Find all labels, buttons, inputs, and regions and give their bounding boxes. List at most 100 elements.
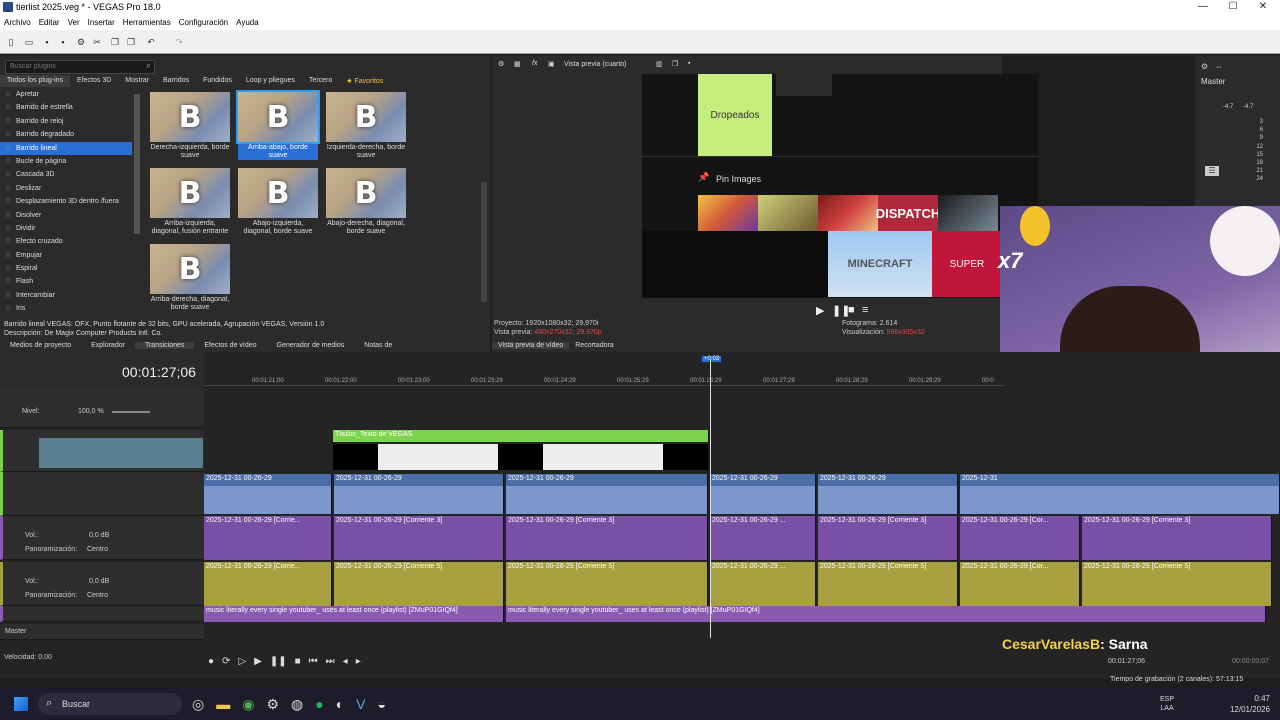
transition-thumbnail[interactable]: B Arriba-izquierda, diagonal, fusión entr…	[150, 168, 230, 236]
tab-transiciones[interactable]: Transiciones	[134, 341, 195, 349]
audio-clip[interactable]: 2025-12-31 00-26-29 [Cor...	[960, 562, 1080, 606]
music-clip-2[interactable]: music literally every single youtuber_ u…	[506, 606, 1266, 622]
gear-icon[interactable]: ⚙	[498, 60, 504, 68]
transition-thumbnail[interactable]: B Abajo-izquierda, diagonal, borde suave	[238, 168, 318, 236]
obs-icon[interactable]: ◍	[291, 696, 303, 713]
title-clip-header[interactable]: Títulos_Texto de VEGAS	[333, 430, 709, 442]
transition-thumbnail[interactable]: B Izquierda-derecha, borde suave	[326, 92, 406, 160]
tab-explorador[interactable]: Explorador	[81, 342, 135, 349]
vegas-taskbar-icon[interactable]: V	[356, 696, 365, 713]
audio-clip[interactable]: 2025-12-31 00-26-29 [Corriente 5]	[506, 562, 708, 606]
open-folder-icon[interactable]: ▭	[24, 37, 34, 47]
audio-clip[interactable]: 2025-12-31 00-26-29 [Corrie...	[204, 516, 332, 560]
tab-vista-previa-video[interactable]: Vista previa de vídeo	[492, 341, 570, 349]
plugin-item[interactable]: Dividir	[0, 222, 132, 236]
thumbnails-scrollbar[interactable]	[480, 92, 488, 318]
video-clip[interactable]: 2025-12-31 00-26-29	[818, 474, 958, 514]
tab-efectos-video[interactable]: Efectos de vídeo	[194, 342, 266, 349]
properties-icon[interactable]: ⚙	[76, 37, 86, 47]
tab-medios-proyecto[interactable]: Medios de proyecto	[0, 342, 81, 349]
language-indicator[interactable]: ESP LAA	[1160, 695, 1174, 713]
playhead-cursor[interactable]	[710, 360, 711, 638]
tab-fundidos[interactable]: Fundidos	[196, 75, 239, 87]
plugin-item[interactable]: Deslizar	[0, 182, 132, 196]
tab-generador-medios[interactable]: Generador de medios	[267, 342, 355, 349]
split-screen-icon[interactable]: ▦	[514, 60, 521, 68]
app-icon[interactable]: ◎	[192, 696, 204, 713]
menu-configuracion[interactable]: Configuración	[179, 18, 228, 27]
redo-icon[interactable]: ↷	[174, 37, 184, 47]
maximize-button[interactable]: ☐	[1218, 1, 1248, 12]
plugin-item[interactable]: Apretar	[0, 88, 132, 102]
tab-efectos-3d[interactable]: Efectos 3D	[70, 75, 118, 87]
audio-clip[interactable]: 2025-12-31 00-26-29 [Corriente 5]	[1082, 562, 1272, 606]
audio-clip[interactable]: 2025-12-31 00-26-29 [Corriente 5]	[334, 562, 504, 606]
audio-clip[interactable]: 2025-12-31 00-26-29 ...	[710, 516, 816, 560]
nivel-slider[interactable]	[112, 411, 150, 413]
menu-herramientas[interactable]: Herramientas	[123, 18, 171, 27]
audio-clip[interactable]: 2025-12-31 00-26-29 ...	[710, 562, 816, 606]
copy-snapshot-icon[interactable]: ❐	[672, 60, 678, 68]
transition-thumbnail[interactable]: B Derecha-izquierda, borde suave	[150, 92, 230, 160]
video-clip[interactable]: 2025-12-31 00-26-29	[204, 474, 332, 514]
chrome-icon[interactable]: ◉	[242, 696, 254, 713]
audio-clip[interactable]: 2025-12-31 00-26-29 [Corriente 3]	[506, 516, 708, 560]
plugin-item[interactable]: Empujar	[0, 249, 132, 263]
play-icon[interactable]: ▶	[816, 304, 824, 317]
video-clip[interactable]: 2025-12-31 00-26-29	[506, 474, 708, 514]
gear-icon[interactable]: ⚙	[1201, 62, 1208, 71]
search-icon[interactable]: ⌕	[146, 60, 151, 71]
plugin-item[interactable]: Efecto cruzado	[0, 235, 132, 249]
cut-icon[interactable]: ✂	[92, 37, 102, 47]
windows-start-icon[interactable]	[14, 697, 28, 711]
music-clip-1[interactable]: music literally every single youtuber_ u…	[204, 606, 504, 622]
steam-icon[interactable]: ◒	[378, 696, 386, 713]
preview-device-icon[interactable]: ▣	[548, 60, 555, 68]
plugin-item[interactable]: Espiral	[0, 262, 132, 276]
taskbar-search[interactable]: ⌕ Buscar	[38, 693, 182, 715]
save-as-icon[interactable]: ▪	[58, 37, 68, 47]
pause-icon[interactable]: ❚❚	[270, 656, 287, 667]
plugin-item[interactable]: Barrido degradado	[0, 128, 132, 142]
plugin-item[interactable]: Intercambiar	[0, 289, 132, 303]
record-icon[interactable]: ●	[208, 656, 214, 667]
audio-clip[interactable]: 2025-12-31 00-26-29 [Corriente 5]	[818, 562, 958, 606]
stop-icon[interactable]: ■	[848, 304, 855, 316]
video-clip[interactable]: 2025-12-31	[960, 474, 1280, 514]
close-button[interactable]: ✕	[1248, 1, 1278, 12]
play-from-start-icon[interactable]: ▷	[238, 656, 246, 667]
time-ruler[interactable]: 00:01:21;00 00:01:22;00 00:01:23;00 00:01:2…	[204, 370, 1004, 386]
undo-icon[interactable]: ↶	[146, 37, 156, 47]
save-icon[interactable]: ▪	[42, 37, 52, 47]
plugin-item[interactable]: Iris	[0, 302, 132, 316]
plugin-search-input[interactable]: Buscar plugins	[5, 60, 155, 74]
fx-icon[interactable]: fx	[532, 60, 537, 67]
plugin-item[interactable]: Cascada 3D	[0, 168, 132, 182]
tab-todos[interactable]: Todos los plug-ins	[0, 75, 71, 87]
minimize-button[interactable]: —	[1188, 1, 1218, 12]
transition-thumbnail[interactable]: B Arriba-abajo, borde suave	[236, 90, 320, 160]
video-clip[interactable]: 2025-12-31 00-26-29	[334, 474, 504, 514]
go-end-icon[interactable]: ⏭	[326, 656, 335, 667]
plugin-item[interactable]: Barrido de reloj	[0, 115, 132, 129]
go-start-icon[interactable]: ⏮	[309, 656, 318, 667]
plugin-item[interactable]: Barrido lineal	[0, 141, 132, 155]
menu-editar[interactable]: Editar	[39, 18, 60, 27]
plugin-item[interactable]: Desplazamiento 3D dentro /fuera	[0, 195, 132, 209]
plugin-item[interactable]: Barrido de estrella	[0, 101, 132, 115]
audio-clip[interactable]: 2025-12-31 00-26-29 [Corriente 3]	[1082, 516, 1272, 560]
plugin-item[interactable]: Disolver	[0, 209, 132, 223]
clock[interactable]: 0:47 12/01/2026	[1222, 693, 1270, 715]
tab-barridos[interactable]: Barridos	[156, 75, 196, 87]
tab-mostrar[interactable]: Mostrar	[118, 75, 156, 87]
overlays-icon[interactable]: ▥	[656, 60, 663, 68]
settings-icon[interactable]: ⚙	[266, 696, 279, 713]
menu-ver[interactable]: Ver	[68, 18, 80, 27]
loop-icon[interactable]: ⟳	[222, 656, 230, 667]
plugin-item[interactable]: Bucle de página	[0, 155, 132, 169]
menu-ayuda[interactable]: Ayuda	[236, 18, 259, 27]
file-explorer-icon[interactable]: ▬	[216, 696, 230, 713]
plugin-list-scrollbar[interactable]	[133, 88, 141, 316]
tab-loop[interactable]: Loop y pliegues	[239, 75, 302, 87]
audio-clip[interactable]: 2025-12-31 00-26-29 [Corrie...	[204, 562, 332, 606]
